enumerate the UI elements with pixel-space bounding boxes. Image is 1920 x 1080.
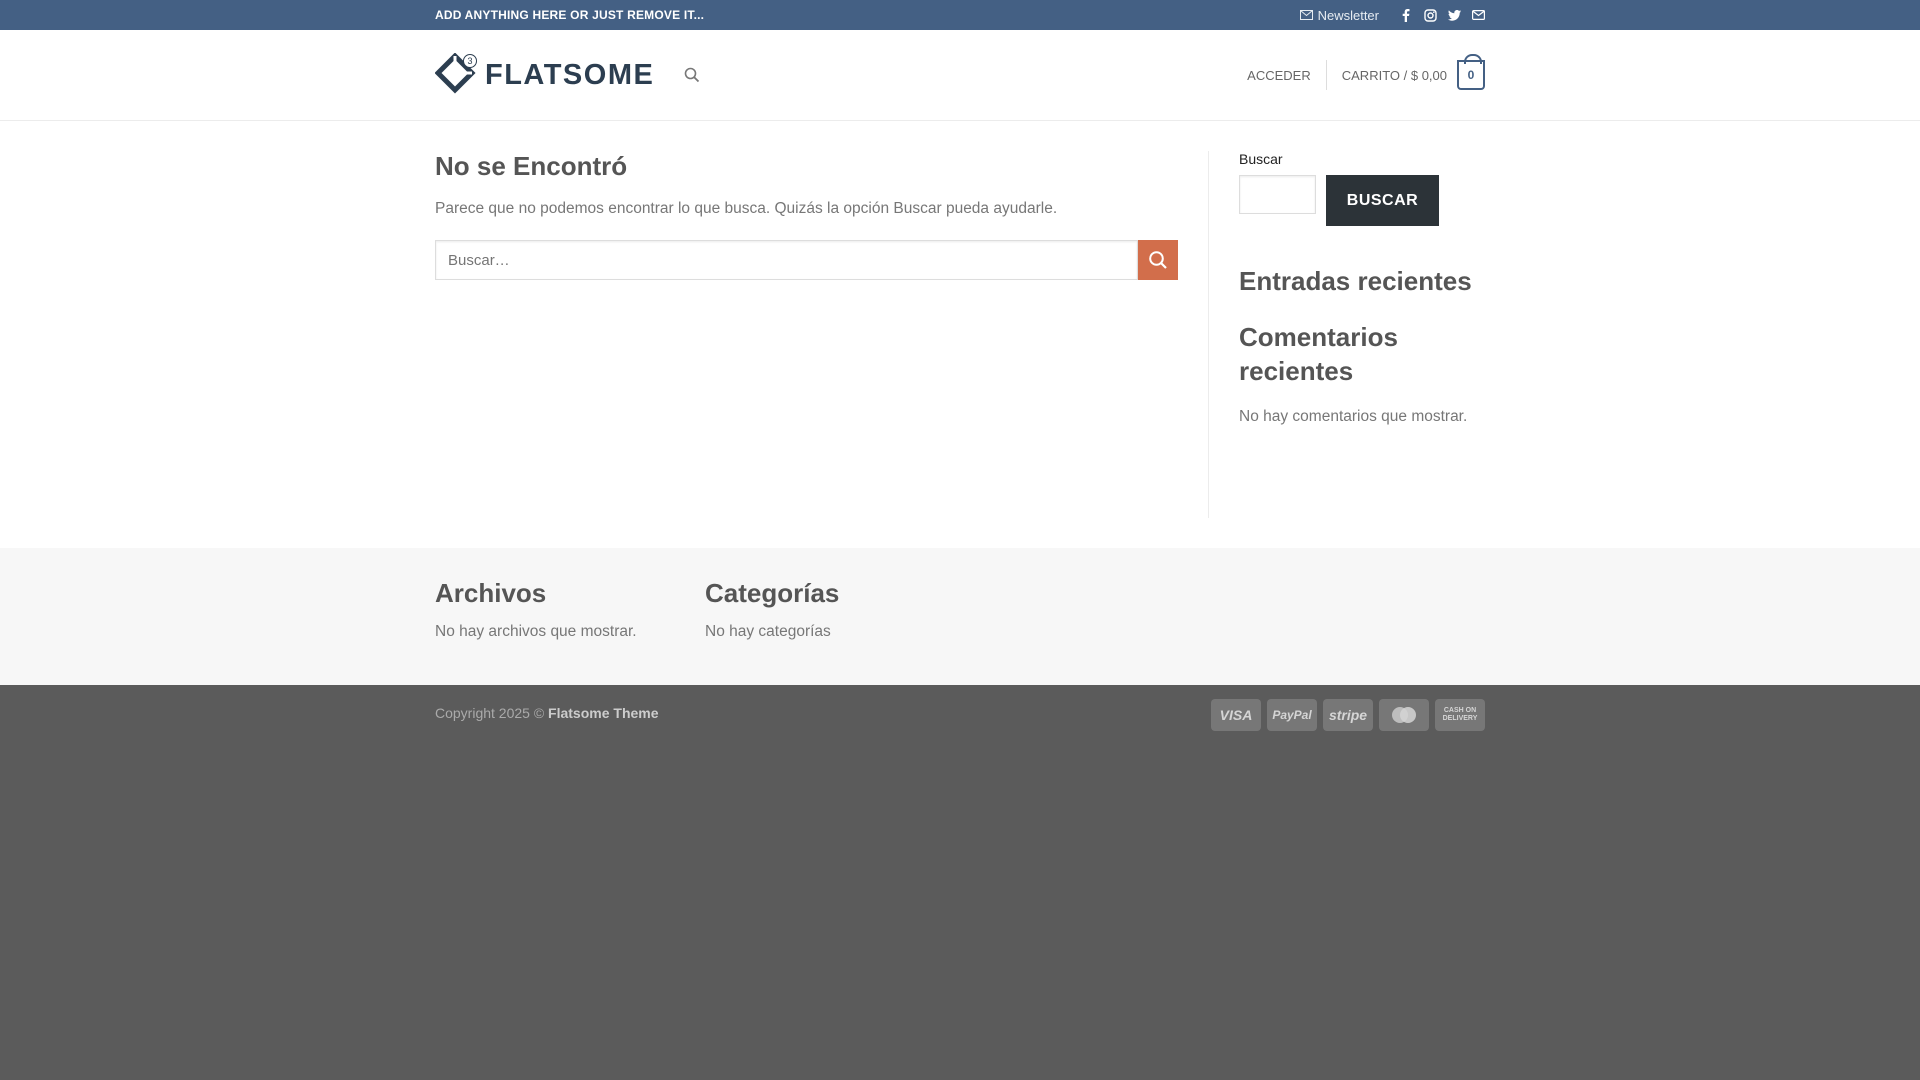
site-logo[interactable]: 3 FLATSOME [435,53,654,97]
theme-link[interactable]: Flatsome Theme [548,705,658,721]
svg-text:3: 3 [467,56,472,66]
payment-icons: VISA PayPal stripe CASH ON DELIVERY [1211,699,1485,731]
main-content-area: No se Encontró Parece que no podemos enc… [0,121,1920,548]
stripe-icon: stripe [1323,699,1373,731]
recent-comments-heading: Comentarios recientes [1239,322,1398,386]
main-search-form [435,240,1178,280]
site-header: 3 FLATSOME ACCEDER CARRITO / $ 0,00 0 [0,30,1920,121]
topbar-message: ADD ANYTHING HERE OR JUST REMOVE IT... [435,8,705,22]
sidebar-search-form: BUSCAR [1239,175,1485,226]
categories-heading: Categorías [705,578,840,608]
page-title: No se Encontró [435,151,628,181]
header-search-icon[interactable] [684,67,700,83]
sidebar-search-input[interactable] [1239,175,1316,214]
cart-count-icon: 0 [1457,54,1485,90]
not-found-message: Parece que no podemos encontrar lo que b… [435,200,1058,217]
no-comments-text: No hay comentarios que mostrar. [1239,408,1468,425]
copyright: Copyright 2025 © Flatsome Theme [435,699,659,731]
envelope-icon [1299,10,1313,20]
categories-widget: Categorías No hay categorías [705,578,975,641]
cash-on-delivery-icon: CASH ON DELIVERY [1435,699,1485,731]
footer-widgets: Archivos No hay archivos que mostrar. Ca… [0,548,1920,685]
sidebar: Buscar BUSCAR Entradas recientes Comenta… [1208,151,1485,518]
archives-heading: Archivos [435,578,547,608]
newsletter-label: Newsletter [1317,7,1379,23]
recent-posts-heading: Entradas recientes [1239,266,1472,296]
flatsome-logo-icon: 3 [435,53,477,94]
facebook-icon[interactable] [1399,8,1413,22]
archives-widget: Archivos No hay archivos que mostrar. [435,578,705,641]
email-icon[interactable] [1471,8,1485,22]
content-column: No se Encontró Parece que no podemos enc… [435,151,1208,518]
newsletter-link[interactable]: Newsletter [1299,7,1379,23]
copyright-text: Copyright 2025 © [435,705,545,721]
instagram-icon[interactable] [1423,8,1437,22]
twitter-icon[interactable] [1447,8,1461,22]
archives-empty-text: No hay archivos que mostrar. [435,623,637,640]
sidebar-search-label: Buscar [1239,151,1283,167]
cart-link[interactable]: CARRITO / $ 0,00 0 [1341,54,1485,90]
logo-text: FLATSOME [485,58,655,91]
sidebar-search-button[interactable]: BUSCAR [1326,175,1439,226]
footer-bottom: Copyright 2025 © Flatsome Theme VISA Pay… [0,685,1920,1080]
cart-label: CARRITO / $ 0,00 [1341,67,1447,83]
main-search-button[interactable] [1138,240,1178,280]
visa-icon: VISA [1211,699,1261,731]
categories-empty-text: No hay categorías [705,623,831,640]
login-link[interactable]: ACCEDER [1247,60,1327,90]
main-search-input[interactable] [435,240,1138,280]
mastercard-icon [1379,699,1429,731]
search-icon [1149,251,1167,269]
top-bar: ADD ANYTHING HERE OR JUST REMOVE IT... N… [0,0,1920,30]
paypal-icon: PayPal [1267,699,1317,731]
